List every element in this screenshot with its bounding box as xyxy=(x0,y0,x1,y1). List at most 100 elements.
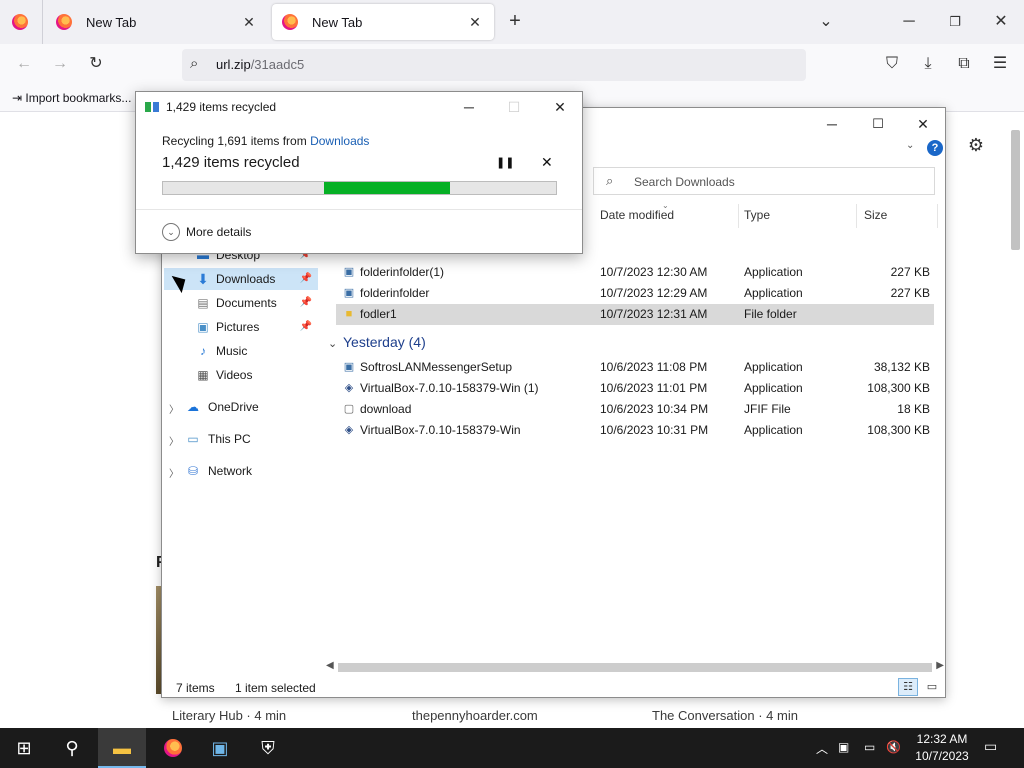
search-downloads-input[interactable]: ⌕ Search Downloads xyxy=(593,167,935,195)
file-date: 10/6/2023 10:34 PM xyxy=(600,402,709,416)
file-row-selected[interactable]: ■ fodler1 10/7/2023 12:31 AM File folder xyxy=(336,304,934,325)
file-name: VirtualBox-7.0.10-158379-Win (1) xyxy=(360,381,539,395)
file-row[interactable]: ▣ folderinfolder(1) 10/7/2023 12:30 AM A… xyxy=(336,262,934,283)
scroll-right-icon[interactable]: ▶ xyxy=(936,660,944,671)
column-type[interactable]: Type xyxy=(744,208,770,222)
control-panel-taskbar-icon[interactable]: ▣ xyxy=(196,728,244,768)
recycle-progress-dialog: 1,429 items recycled ─ ☐ ✕ Recycling 1,6… xyxy=(135,91,583,254)
details-view-icon[interactable]: ☷ xyxy=(898,678,918,696)
story-card-caption-1[interactable]: Literary Hub · 4 min xyxy=(156,708,372,728)
file-explorer-taskbar-icon[interactable]: ▬ xyxy=(98,728,146,768)
file-row[interactable]: ▣ SoftrosLANMessengerSetup 10/6/2023 11:… xyxy=(336,357,934,378)
nav-item-this-pc[interactable]: ▭ This PC xyxy=(164,428,318,450)
start-windows-icon[interactable]: ⊞ xyxy=(0,728,48,768)
ribbon-expand-icon[interactable]: ⌄ xyxy=(906,140,914,151)
network-tray-icon[interactable]: ▭ xyxy=(864,740,875,754)
browser-tab-2[interactable]: New Tab ✕ xyxy=(272,4,494,40)
group-header-yesterday[interactable]: Yesterday (4) xyxy=(343,334,426,350)
dialog-title: 1,429 items recycled xyxy=(166,100,277,114)
file-row[interactable]: ▢ download 10/6/2023 10:34 PM JFIF File … xyxy=(336,399,934,420)
column-divider[interactable] xyxy=(738,204,739,228)
collapse-group-chevron-icon[interactable]: ⌄ xyxy=(328,337,337,350)
browser-tab-bar: New Tab ✕ New Tab ✕ + ⌄ ─ ❐ ✕ xyxy=(0,0,1024,44)
virtualbox-icon: ◈ xyxy=(344,424,354,436)
file-name: download xyxy=(360,402,412,416)
close-window-icon[interactable]: ✕ xyxy=(989,12,1013,32)
pin-icon[interactable]: 📌 xyxy=(300,316,312,338)
pin-icon[interactable]: 📌 xyxy=(300,268,312,290)
clock-time: 12:32 AM xyxy=(916,732,968,746)
nav-item-music[interactable]: ♪ Music xyxy=(164,340,318,362)
explorer-close-icon[interactable]: ✕ xyxy=(903,114,943,134)
story-card-caption-3[interactable]: The Conversation · 4 min xyxy=(636,708,852,728)
application-icon: ▣ xyxy=(343,266,355,278)
nav-item-network[interactable]: ⛁ Network xyxy=(164,460,318,482)
column-date-modified[interactable]: Date modified xyxy=(600,208,674,222)
windows-security-taskbar-icon[interactable]: ⛨ xyxy=(244,728,292,768)
more-details-label: More details xyxy=(186,225,252,239)
nav-item-pictures[interactable]: ▣ Pictures 📌 xyxy=(164,316,318,338)
scrollbar-thumb[interactable] xyxy=(1011,130,1020,250)
progress-fill xyxy=(324,182,450,194)
help-icon[interactable]: ? xyxy=(927,140,943,156)
source-folder-link[interactable]: Downloads xyxy=(310,134,369,148)
pocket-icon[interactable]: ⛉ xyxy=(880,54,904,74)
url-path: /31aadc5 xyxy=(250,57,305,72)
pin-icon[interactable]: 📌 xyxy=(300,292,312,314)
minimize-window-icon[interactable]: ─ xyxy=(897,12,921,32)
show-hidden-icons-icon[interactable]: ︿ xyxy=(816,740,828,757)
search-icon: ⌕ xyxy=(606,173,614,188)
explorer-maximize-icon[interactable]: ☐ xyxy=(858,114,898,134)
forward-icon[interactable]: → xyxy=(48,54,72,74)
volume-muted-icon[interactable]: 🔇 xyxy=(886,740,901,754)
horizontal-scrollbar[interactable]: ◀ ▶ xyxy=(324,660,946,674)
column-divider[interactable] xyxy=(856,204,857,228)
restore-window-icon[interactable]: ❐ xyxy=(943,12,967,32)
tray-app-icon[interactable]: ▣ xyxy=(838,740,849,754)
file-size: 227 KB xyxy=(890,286,930,300)
file-row[interactable]: ◈ VirtualBox-7.0.10-158379-Win (1) 10/6/… xyxy=(336,378,934,399)
page-scrollbar[interactable] xyxy=(1008,128,1022,728)
import-bookmarks-link[interactable]: ⇥ Import bookmarks... xyxy=(12,91,131,105)
taskbar-search-icon[interactable]: ⚲ xyxy=(48,728,96,768)
extensions-icon[interactable]: ⧉ xyxy=(952,54,976,74)
new-tab-button[interactable]: + xyxy=(503,11,527,31)
reload-icon[interactable]: ↻ xyxy=(84,54,108,74)
list-all-tabs-icon[interactable]: ⌄ xyxy=(814,12,838,32)
story-card-caption-2[interactable]: thepennyhoarder.com xyxy=(396,708,612,728)
firefox-taskbar-icon[interactable] xyxy=(148,728,196,768)
close-tab-icon[interactable]: ✕ xyxy=(466,13,484,31)
dialog-close-icon[interactable]: ✕ xyxy=(545,96,575,118)
nav-item-videos[interactable]: ▦ Videos xyxy=(164,364,318,386)
scrollbar-thumb[interactable] xyxy=(338,663,932,672)
scroll-left-icon[interactable]: ◀ xyxy=(326,660,334,671)
file-row[interactable]: ▣ folderinfolder 10/7/2023 12:29 AM Appl… xyxy=(336,283,934,304)
url-bar[interactable]: ⌕ url.zip/31aadc5 xyxy=(182,49,806,81)
close-tab-icon[interactable]: ✕ xyxy=(240,13,258,31)
page-settings-gear-icon[interactable]: ⚙ xyxy=(966,135,986,155)
notifications-icon[interactable]: ▭ xyxy=(984,738,997,755)
column-size[interactable]: Size xyxy=(864,208,887,222)
dialog-maximize-icon: ☐ xyxy=(507,99,521,115)
taskbar-clock[interactable]: 12:32 AM 10/7/2023 xyxy=(912,731,972,765)
file-size: 227 KB xyxy=(890,265,930,279)
firefox-view-icon[interactable] xyxy=(12,14,28,30)
downloads-icon[interactable]: ⤓ xyxy=(916,54,940,74)
menu-icon[interactable]: ☰ xyxy=(988,54,1012,74)
browser-tab-1[interactable]: New Tab ✕ xyxy=(46,4,268,40)
nav-item-onedrive[interactable]: ☁ OneDrive xyxy=(164,396,318,418)
pause-icon[interactable]: ❚❚ xyxy=(496,156,514,169)
back-icon[interactable]: ← xyxy=(12,54,36,74)
thumbnails-view-icon[interactable]: ▭ xyxy=(922,678,942,696)
file-size: 38,132 KB xyxy=(873,360,930,374)
column-divider[interactable] xyxy=(937,204,938,228)
videos-icon: ▦ xyxy=(197,368,209,382)
cancel-icon[interactable]: ✕ xyxy=(541,154,553,171)
firefox-tab-icon xyxy=(282,14,298,30)
file-row[interactable]: ◈ VirtualBox-7.0.10-158379-Win 10/6/2023… xyxy=(336,420,934,441)
dialog-minimize-icon[interactable]: ─ xyxy=(454,96,484,118)
explorer-minimize-icon[interactable]: ─ xyxy=(812,114,852,134)
nav-label: Pictures xyxy=(216,320,260,334)
nav-item-documents[interactable]: ▤ Documents 📌 xyxy=(164,292,318,314)
selection-count: 1 item selected xyxy=(235,681,316,695)
